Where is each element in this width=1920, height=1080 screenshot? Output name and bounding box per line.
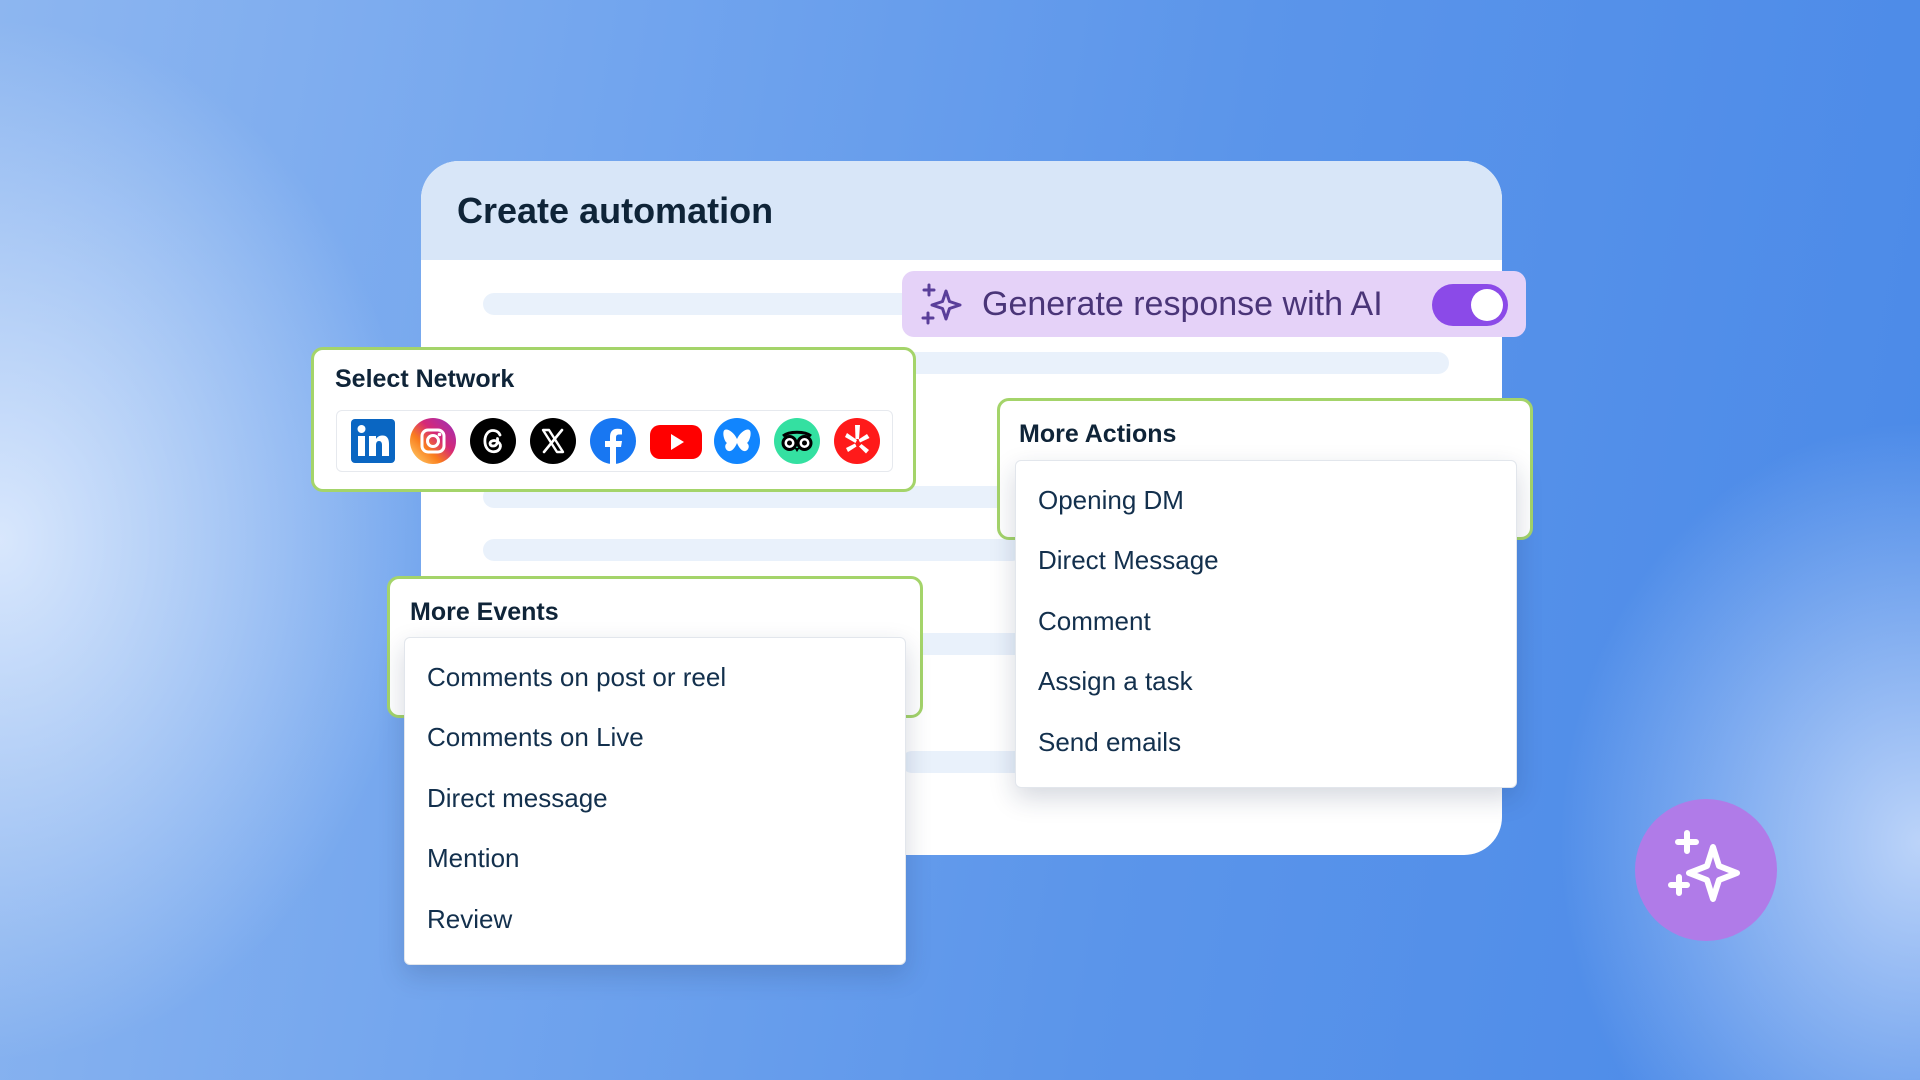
threads-icon[interactable] bbox=[469, 417, 517, 465]
more-actions-title: More Actions bbox=[1019, 420, 1177, 448]
more-events-dropdown: Comments on post or reel Comments on Liv… bbox=[404, 637, 906, 965]
sparkles-icon bbox=[921, 283, 962, 325]
event-item-direct-message[interactable]: Direct message bbox=[427, 783, 608, 814]
placeholder-line bbox=[483, 539, 1023, 561]
event-item-review[interactable]: Review bbox=[427, 904, 512, 935]
event-item-mention[interactable]: Mention bbox=[427, 843, 520, 874]
action-item-direct-message[interactable]: Direct Message bbox=[1038, 545, 1219, 576]
sparkles-icon bbox=[1668, 830, 1740, 902]
bluesky-icon[interactable] bbox=[713, 417, 761, 465]
youtube-icon[interactable] bbox=[649, 417, 703, 465]
facebook-icon[interactable] bbox=[589, 417, 637, 465]
event-item-comments-live[interactable]: Comments on Live bbox=[427, 722, 644, 753]
generate-ai-label: Generate response with AI bbox=[982, 285, 1383, 323]
tripadvisor-icon[interactable] bbox=[773, 417, 821, 465]
page-title: Create automation bbox=[457, 189, 774, 231]
select-network-title: Select Network bbox=[335, 365, 515, 393]
network-icon-row bbox=[336, 410, 893, 472]
more-actions-dropdown: Opening DM Direct Message Comment Assign… bbox=[1015, 460, 1517, 788]
action-item-send-emails[interactable]: Send emails bbox=[1038, 727, 1181, 758]
instagram-icon[interactable] bbox=[409, 417, 457, 465]
toggle-knob bbox=[1471, 289, 1503, 321]
generate-ai-row[interactable]: Generate response with AI bbox=[902, 271, 1526, 337]
action-item-comment[interactable]: Comment bbox=[1038, 606, 1151, 637]
action-item-opening-dm[interactable]: Opening DM bbox=[1038, 485, 1184, 516]
action-item-assign-task[interactable]: Assign a task bbox=[1038, 666, 1193, 697]
event-item-comments-post-reel[interactable]: Comments on post or reel bbox=[427, 662, 726, 693]
placeholder-line bbox=[901, 352, 1449, 374]
linkedin-icon[interactable] bbox=[349, 417, 397, 465]
ai-magic-button[interactable] bbox=[1635, 799, 1777, 941]
more-events-title: More Events bbox=[410, 598, 559, 626]
ai-toggle[interactable] bbox=[1432, 284, 1508, 326]
select-network-panel: Select Network bbox=[311, 347, 916, 492]
yelp-icon[interactable] bbox=[833, 417, 881, 465]
card-header: Create automation bbox=[421, 161, 1502, 260]
x-icon[interactable] bbox=[529, 417, 577, 465]
